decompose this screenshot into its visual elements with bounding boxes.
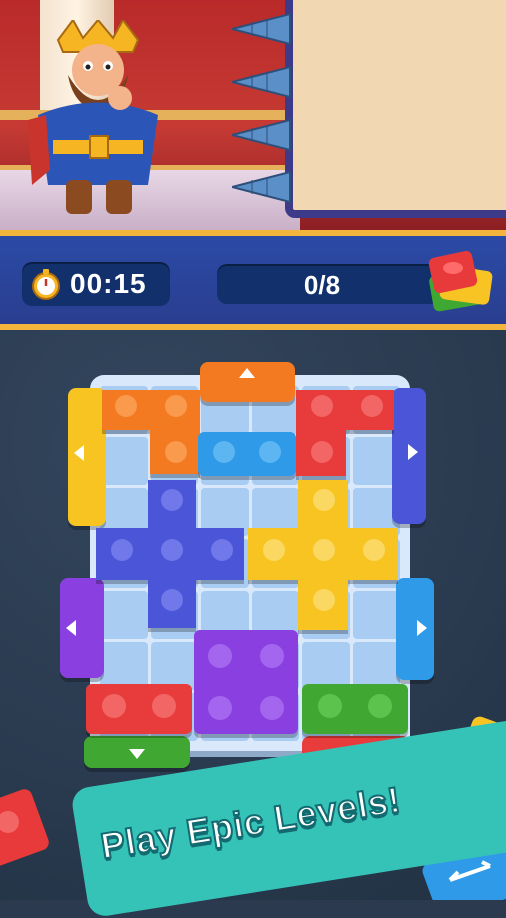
block-yellow-plus[interactable] (248, 480, 398, 630)
exit-gate-left-yellow[interactable] (68, 388, 106, 526)
block-green-bar[interactable] (302, 684, 408, 734)
exit-gate-bottom-green[interactable] (84, 736, 190, 768)
block-orange-l[interactable] (102, 390, 200, 474)
exit-gate-left-purple[interactable] (60, 578, 104, 678)
decor-red-block (0, 789, 49, 867)
block-purple-square[interactable] (194, 630, 298, 734)
exit-gate-right-indigo[interactable] (392, 388, 426, 524)
block-red-bar[interactable] (86, 684, 192, 734)
block-red-l[interactable] (296, 390, 394, 476)
block-blue-bar[interactable] (198, 432, 296, 476)
exit-gate-right-blue[interactable] (396, 578, 434, 680)
block-indigo-plus[interactable] (96, 480, 244, 628)
exit-gate-top-orange[interactable] (200, 362, 295, 402)
